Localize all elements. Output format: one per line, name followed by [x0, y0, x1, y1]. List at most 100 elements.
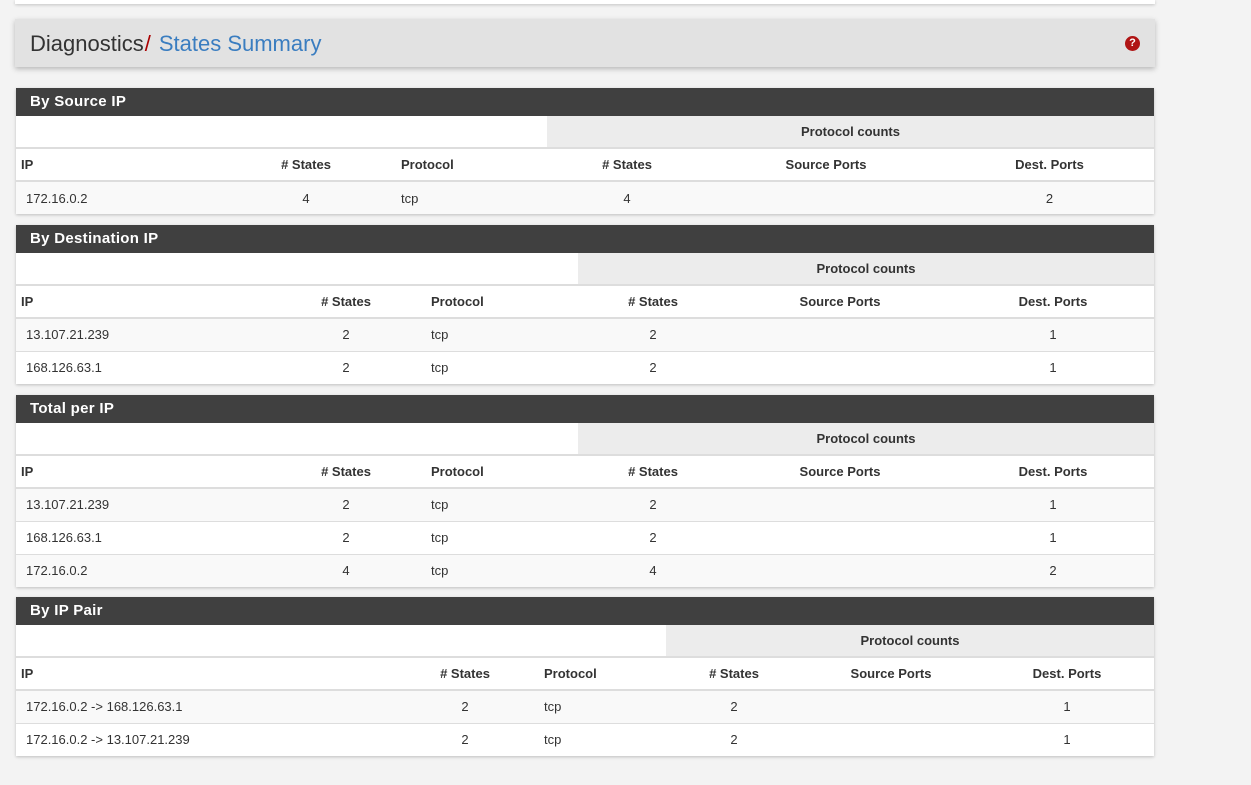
cell-ip: 168.126.63.1: [16, 520, 266, 554]
col-dest-ports: Dest. Ports: [952, 284, 1154, 319]
cell-ip: 172.16.0.2: [16, 180, 216, 214]
col-dest-ports: Dest. Ports: [952, 454, 1154, 489]
states-table: Protocol counts IP # States Protocol # S…: [16, 423, 1154, 587]
cell-protocol: tcp: [539, 689, 666, 723]
col-proto-states: # States: [547, 147, 707, 182]
breadcrumb-separator: /: [144, 31, 151, 56]
cell-dest-ports: 2: [945, 180, 1154, 214]
panel-title: By IP Pair: [16, 597, 1154, 625]
top-panel-edge: [15, 0, 1155, 4]
cell-source-ports: [802, 689, 980, 723]
cell-dest-ports: 1: [952, 350, 1154, 384]
cell-dest-ports: 1: [952, 520, 1154, 554]
cell-ip: 172.16.0.2 -> 13.107.21.239: [16, 722, 391, 756]
panel-by-destination-ip: By Destination IP Protocol counts IP # S…: [16, 225, 1154, 384]
cell-protocol: tcp: [426, 317, 578, 351]
cell-proto-states: 4: [578, 553, 728, 587]
col-source-ports: Source Ports: [707, 147, 945, 182]
breadcrumb-diagnostics[interactable]: Diagnostics: [30, 31, 144, 56]
panel-title: By Source IP: [16, 88, 1154, 116]
panel-by-ip-pair: By IP Pair Protocol counts IP # States P…: [16, 597, 1154, 756]
col-states: # States: [391, 656, 539, 691]
cell-states: 4: [266, 553, 426, 587]
table-row: 172.16.0.2 -> 168.126.63.1 2 tcp 2 1: [16, 689, 1154, 723]
panel-by-source-ip: By Source IP Protocol counts IP # States…: [16, 88, 1154, 214]
cell-source-ports: [802, 722, 980, 756]
cell-protocol: tcp: [426, 553, 578, 587]
protocol-counts-header: Protocol counts: [578, 423, 1154, 455]
cell-dest-ports: 1: [980, 689, 1154, 723]
cell-states: 4: [216, 180, 396, 214]
col-protocol: Protocol: [396, 147, 547, 182]
cell-proto-states: 2: [578, 350, 728, 384]
cell-states: 2: [266, 520, 426, 554]
page-header: Diagnostics/ States Summary ?: [15, 19, 1155, 67]
col-protocol: Protocol: [539, 656, 666, 691]
col-protocol: Protocol: [426, 454, 578, 489]
cell-dest-ports: 1: [980, 722, 1154, 756]
protocol-counts-header: Protocol counts: [547, 116, 1154, 148]
cell-source-ports: [728, 520, 952, 554]
cell-dest-ports: 1: [952, 487, 1154, 521]
cell-protocol: tcp: [426, 350, 578, 384]
cell-states: 2: [391, 689, 539, 723]
cell-ip: 13.107.21.239: [16, 487, 266, 521]
cell-protocol: tcp: [396, 180, 547, 214]
col-proto-states: # States: [666, 656, 802, 691]
col-protocol: Protocol: [426, 284, 578, 319]
cell-protocol: tcp: [539, 722, 666, 756]
cell-source-ports: [728, 487, 952, 521]
col-ip: IP: [16, 147, 216, 182]
col-source-ports: Source Ports: [728, 454, 952, 489]
col-ip: IP: [16, 656, 391, 691]
cell-source-ports: [728, 317, 952, 351]
table-row: 168.126.63.1 2 tcp 2 1: [16, 520, 1154, 554]
cell-proto-states: 4: [547, 180, 707, 214]
breadcrumb-states-summary[interactable]: States Summary: [159, 31, 322, 56]
cell-source-ports: [728, 553, 952, 587]
cell-ip: 172.16.0.2: [16, 553, 266, 587]
protocol-counts-header: Protocol counts: [578, 253, 1154, 285]
col-ip: IP: [16, 454, 266, 489]
cell-source-ports: [728, 350, 952, 384]
panel-total-per-ip: Total per IP Protocol counts IP # States…: [16, 395, 1154, 587]
cell-source-ports: [707, 180, 945, 214]
cell-protocol: tcp: [426, 520, 578, 554]
cell-dest-ports: 1: [952, 317, 1154, 351]
cell-states: 2: [266, 487, 426, 521]
panel-title: Total per IP: [16, 395, 1154, 423]
cell-proto-states: 2: [666, 722, 802, 756]
cell-states: 2: [266, 350, 426, 384]
col-proto-states: # States: [578, 284, 728, 319]
states-table: Protocol counts IP # States Protocol # S…: [16, 625, 1154, 756]
panel-title: By Destination IP: [16, 225, 1154, 253]
cell-proto-states: 2: [578, 520, 728, 554]
cell-states: 2: [391, 722, 539, 756]
table-row: 172.16.0.2 4 tcp 4 2: [16, 553, 1154, 587]
col-dest-ports: Dest. Ports: [945, 147, 1154, 182]
states-table: Protocol counts IP # States Protocol # S…: [16, 253, 1154, 384]
states-table: Protocol counts IP # States Protocol # S…: [16, 116, 1154, 214]
col-dest-ports: Dest. Ports: [980, 656, 1154, 691]
breadcrumb: Diagnostics/ States Summary: [30, 31, 321, 57]
col-states: # States: [266, 454, 426, 489]
cell-ip: 168.126.63.1: [16, 350, 266, 384]
cell-proto-states: 2: [578, 487, 728, 521]
cell-proto-states: 2: [578, 317, 728, 351]
table-row: 172.16.0.2 4 tcp 4 2: [16, 180, 1154, 214]
protocol-counts-header: Protocol counts: [666, 625, 1154, 657]
col-source-ports: Source Ports: [728, 284, 952, 319]
col-source-ports: Source Ports: [802, 656, 980, 691]
table-row: 172.16.0.2 -> 13.107.21.239 2 tcp 2 1: [16, 722, 1154, 756]
table-row: 13.107.21.239 2 tcp 2 1: [16, 317, 1154, 351]
cell-protocol: tcp: [426, 487, 578, 521]
col-ip: IP: [16, 284, 266, 319]
table-row: 168.126.63.1 2 tcp 2 1: [16, 350, 1154, 384]
cell-proto-states: 2: [666, 689, 802, 723]
cell-ip: 172.16.0.2 -> 168.126.63.1: [16, 689, 391, 723]
cell-ip: 13.107.21.239: [16, 317, 266, 351]
table-row: 13.107.21.239 2 tcp 2 1: [16, 487, 1154, 521]
help-icon[interactable]: ?: [1125, 36, 1140, 51]
col-states: # States: [216, 147, 396, 182]
col-proto-states: # States: [578, 454, 728, 489]
